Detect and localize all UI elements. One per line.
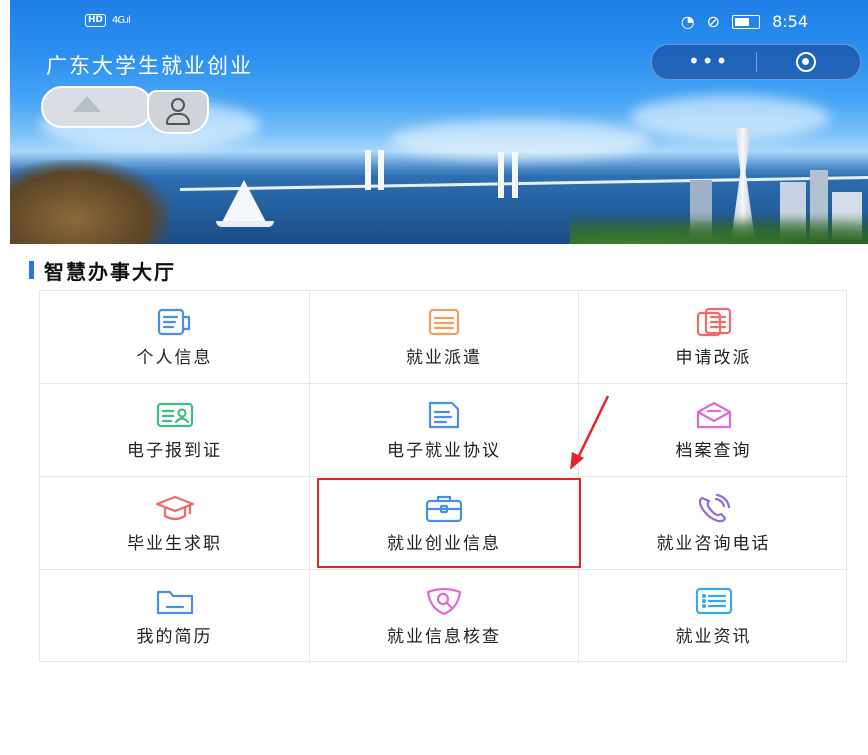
service-item-label: 就业资讯 — [675, 627, 752, 647]
list-icon — [694, 586, 734, 616]
service-item-label: 就业咨询电话 — [656, 534, 771, 554]
battery-icon — [732, 14, 761, 29]
copy-document-icon — [694, 307, 734, 337]
service-item[interactable]: 就业资讯 — [579, 570, 848, 663]
close-target-icon[interactable] — [796, 52, 816, 72]
section-marker — [29, 261, 34, 279]
service-item-label: 就业派遣 — [406, 348, 482, 368]
status-bar: HD 4G.ıl ◔ ⊘ 8:54 — [10, 0, 868, 44]
document-icon — [424, 307, 464, 337]
envelope-icon — [694, 400, 734, 430]
service-item[interactable]: 就业咨询电话 — [579, 477, 848, 570]
phone-icon — [694, 493, 734, 523]
sailboat-image — [222, 180, 266, 222]
header-banner: HD 4G.ıl ◔ ⊘ 8:54 广东大学生就业创业 ••• — [10, 0, 868, 244]
eye-icon: ◔ — [680, 12, 695, 31]
service-item[interactable]: 就业派遣 — [310, 291, 579, 384]
mini-program-capsule: ••• — [651, 44, 861, 80]
id-card-icon — [155, 400, 195, 430]
service-item-label: 电子报到证 — [127, 441, 222, 461]
time: 8:54 — [772, 12, 808, 31]
profile-card-icon — [155, 307, 195, 337]
service-item-label: 个人信息 — [136, 348, 213, 368]
mute-icon: ⊘ — [706, 12, 721, 31]
page-title: 广东大学生就业创业 — [46, 54, 253, 78]
more-icon[interactable]: ••• — [688, 51, 729, 71]
service-item[interactable]: 申请改派 — [579, 291, 848, 384]
service-item-label: 我的简历 — [136, 627, 213, 647]
service-item-label: 电子就业协议 — [387, 441, 501, 461]
service-item[interactable]: 电子就业协议 — [310, 384, 579, 477]
service-item[interactable]: 我的简历 — [40, 570, 310, 663]
service-item-label: 毕业生求职 — [127, 534, 222, 554]
service-item[interactable]: 毕业生求职 — [40, 477, 310, 570]
agreement-icon — [424, 400, 464, 430]
goat-statue-image — [10, 160, 170, 244]
red-arrow — [570, 395, 610, 470]
service-item[interactable]: 就业信息核查 — [310, 570, 579, 663]
service-item-label: 就业信息核查 — [387, 627, 501, 647]
service-item-label: 申请改派 — [675, 348, 752, 368]
signal-icon: 4G.ıl — [112, 15, 131, 26]
search-shield-icon — [424, 586, 464, 616]
section-title: 智慧办事大厅 — [44, 260, 176, 284]
highlight-box — [317, 478, 581, 568]
graduation-cap-icon — [155, 493, 195, 523]
service-item[interactable]: 电子报到证 — [40, 384, 310, 477]
hd-badge: HD — [85, 14, 107, 27]
service-grid: 个人信息 就业派遣 申请改派 电子报到证 电子就业协议 档案查询 毕业生求职 就业创业信息 就业… — [39, 290, 848, 663]
folder-icon — [155, 586, 195, 616]
service-item[interactable]: 个人信息 — [40, 291, 310, 384]
avatar[interactable] — [41, 86, 153, 128]
app-frame: HD 4G.ıl ◔ ⊘ 8:54 广东大学生就业创业 ••• 智慧办事大厅 个… — [10, 0, 868, 755]
user-shield-icon[interactable] — [147, 90, 209, 134]
